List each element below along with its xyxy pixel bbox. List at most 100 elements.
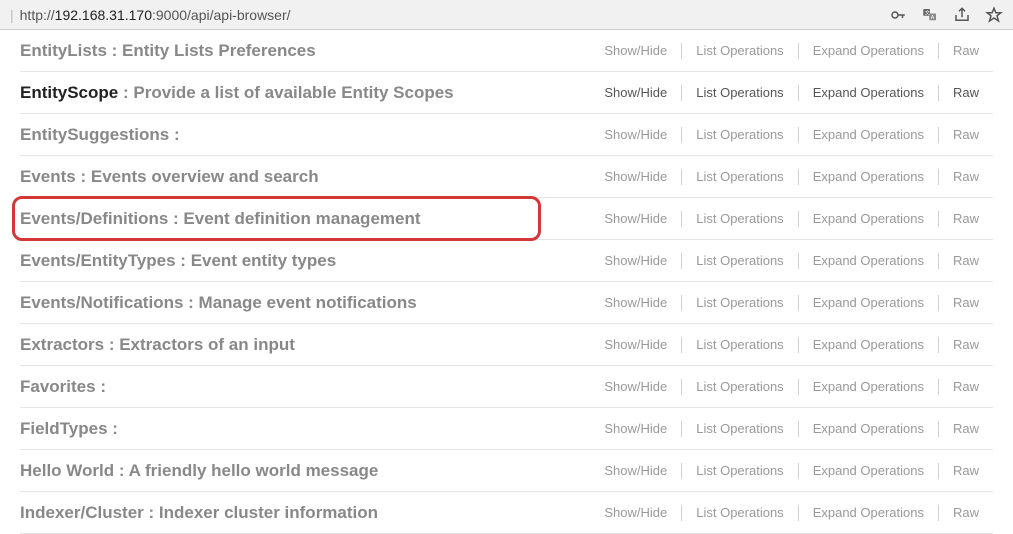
svg-text:A: A (931, 14, 935, 20)
show-hide-link[interactable]: Show/Hide (590, 421, 681, 436)
api-title[interactable]: EntitySuggestions : (20, 125, 590, 145)
show-hide-link[interactable]: Show/Hide (590, 295, 681, 310)
api-description: A friendly hello world message (129, 461, 379, 480)
api-name: Indexer/Cluster (20, 503, 144, 522)
raw-link[interactable]: Raw (939, 169, 993, 184)
api-title[interactable]: EntityScope : Provide a list of availabl… (20, 83, 590, 103)
list-operations-link[interactable]: List Operations (682, 85, 797, 100)
api-separator: : (168, 209, 183, 228)
api-actions: Show/HideList OperationsExpand Operation… (590, 85, 993, 101)
expand-operations-link[interactable]: Expand Operations (799, 379, 938, 394)
expand-operations-link[interactable]: Expand Operations (799, 295, 938, 310)
api-actions: Show/HideList OperationsExpand Operation… (590, 337, 993, 353)
api-row: Events/EntityTypes : Event entity typesS… (20, 240, 993, 282)
api-title[interactable]: Extractors : Extractors of an input (20, 335, 590, 355)
show-hide-link[interactable]: Show/Hide (590, 85, 681, 100)
raw-link[interactable]: Raw (939, 337, 993, 352)
api-actions: Show/HideList OperationsExpand Operation… (590, 421, 993, 437)
api-title[interactable]: Hello World : A friendly hello world mes… (20, 461, 590, 481)
api-row: Hello World : A friendly hello world mes… (20, 450, 993, 492)
show-hide-link[interactable]: Show/Hide (590, 463, 681, 478)
raw-link[interactable]: Raw (939, 43, 993, 58)
api-name: Favorites (20, 377, 96, 396)
expand-operations-link[interactable]: Expand Operations (799, 211, 938, 226)
api-row: EntityScope : Provide a list of availabl… (20, 72, 993, 114)
api-row: Extractors : Extractors of an inputShow/… (20, 324, 993, 366)
url-text[interactable]: http://192.168.31.170:9000/api/api-brows… (20, 7, 889, 23)
api-name: Extractors (20, 335, 104, 354)
api-actions: Show/HideList OperationsExpand Operation… (590, 379, 993, 395)
expand-operations-link[interactable]: Expand Operations (799, 85, 938, 100)
expand-operations-link[interactable]: Expand Operations (799, 169, 938, 184)
api-separator: : (107, 41, 122, 60)
raw-link[interactable]: Raw (939, 211, 993, 226)
show-hide-link[interactable]: Show/Hide (590, 169, 681, 184)
url-path: :9000/api/api-browser/ (152, 7, 291, 23)
raw-link[interactable]: Raw (939, 505, 993, 520)
raw-link[interactable]: Raw (939, 379, 993, 394)
list-operations-link[interactable]: List Operations (682, 169, 797, 184)
raw-link[interactable]: Raw (939, 127, 993, 142)
api-title[interactable]: Events/Notifications : Manage event noti… (20, 293, 590, 313)
api-title[interactable]: Indexer/Cluster : Indexer cluster inform… (20, 503, 590, 523)
api-actions: Show/HideList OperationsExpand Operation… (590, 169, 993, 185)
api-separator: : (104, 335, 119, 354)
expand-operations-link[interactable]: Expand Operations (799, 463, 938, 478)
show-hide-link[interactable]: Show/Hide (590, 211, 681, 226)
share-icon[interactable] (953, 6, 971, 24)
api-description: Indexer cluster information (159, 503, 378, 522)
list-operations-link[interactable]: List Operations (682, 253, 797, 268)
show-hide-link[interactable]: Show/Hide (590, 253, 681, 268)
api-title[interactable]: Events/Definitions : Event definition ma… (20, 209, 590, 229)
api-actions: Show/HideList OperationsExpand Operation… (590, 127, 993, 143)
list-operations-link[interactable]: List Operations (682, 43, 797, 58)
expand-operations-link[interactable]: Expand Operations (799, 505, 938, 520)
raw-link[interactable]: Raw (939, 421, 993, 436)
show-hide-link[interactable]: Show/Hide (590, 43, 681, 58)
show-hide-link[interactable]: Show/Hide (590, 379, 681, 394)
api-title[interactable]: Favorites : (20, 377, 590, 397)
list-operations-link[interactable]: List Operations (682, 463, 797, 478)
api-separator: : (108, 419, 118, 438)
list-operations-link[interactable]: List Operations (682, 337, 797, 352)
expand-operations-link[interactable]: Expand Operations (799, 337, 938, 352)
show-hide-link[interactable]: Show/Hide (590, 337, 681, 352)
api-description: Provide a list of available Entity Scope… (133, 83, 453, 102)
api-name: EntityScope (20, 83, 118, 102)
key-icon[interactable] (889, 6, 907, 24)
api-row: FieldTypes : Show/HideList OperationsExp… (20, 408, 993, 450)
list-operations-link[interactable]: List Operations (682, 421, 797, 436)
expand-operations-link[interactable]: Expand Operations (799, 43, 938, 58)
url-scheme: http:// (20, 7, 55, 23)
api-name: Events/Notifications (20, 293, 183, 312)
api-list: EntityLists : Entity Lists PreferencesSh… (0, 30, 1013, 534)
raw-link[interactable]: Raw (939, 253, 993, 268)
show-hide-link[interactable]: Show/Hide (590, 505, 681, 520)
star-icon[interactable] (985, 6, 1003, 24)
api-description: Events overview and search (91, 167, 319, 186)
list-operations-link[interactable]: List Operations (682, 211, 797, 226)
raw-link[interactable]: Raw (939, 295, 993, 310)
api-separator: : (176, 251, 191, 270)
raw-link[interactable]: Raw (939, 463, 993, 478)
api-title[interactable]: EntityLists : Entity Lists Preferences (20, 41, 590, 61)
list-operations-link[interactable]: List Operations (682, 127, 797, 142)
expand-operations-link[interactable]: Expand Operations (799, 127, 938, 142)
show-hide-link[interactable]: Show/Hide (590, 127, 681, 142)
api-separator: : (183, 293, 198, 312)
url-prefix-separator: | (10, 7, 14, 23)
api-separator: : (144, 503, 159, 522)
raw-link[interactable]: Raw (939, 85, 993, 100)
expand-operations-link[interactable]: Expand Operations (799, 253, 938, 268)
list-operations-link[interactable]: List Operations (682, 379, 797, 394)
api-actions: Show/HideList OperationsExpand Operation… (590, 211, 993, 227)
expand-operations-link[interactable]: Expand Operations (799, 421, 938, 436)
api-title[interactable]: Events : Events overview and search (20, 167, 590, 187)
list-operations-link[interactable]: List Operations (682, 295, 797, 310)
api-title[interactable]: Events/EntityTypes : Event entity types (20, 251, 590, 271)
api-title[interactable]: FieldTypes : (20, 419, 590, 439)
api-row: Indexer/Cluster : Indexer cluster inform… (20, 492, 993, 534)
api-name: EntitySuggestions (20, 125, 169, 144)
list-operations-link[interactable]: List Operations (682, 505, 797, 520)
translate-icon[interactable]: 文 A (921, 6, 939, 24)
